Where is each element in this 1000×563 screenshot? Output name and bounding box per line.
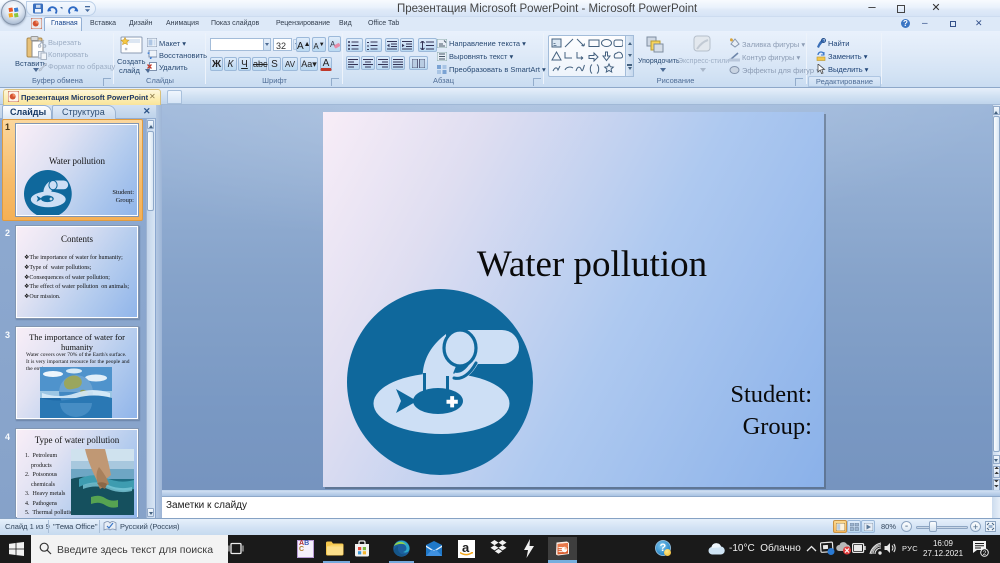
svg-text:2: 2 [983, 550, 987, 557]
